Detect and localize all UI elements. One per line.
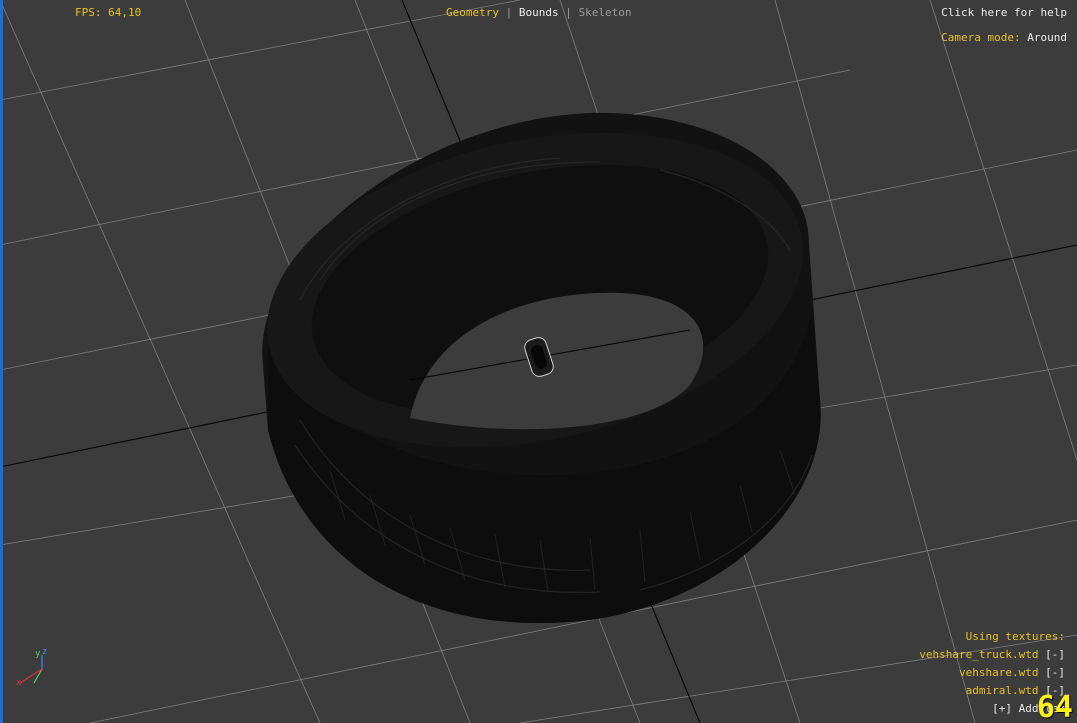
fps-readout: FPS: 64,10: [75, 6, 142, 19]
scene-canvas[interactable]: [0, 0, 1077, 723]
axis-y-label: y: [35, 649, 41, 659]
3d-viewport[interactable]: FPS: 64,10 Geometry | Bounds | Skeleton …: [0, 0, 1077, 723]
camera-mode[interactable]: Camera mode: Around: [941, 31, 1067, 44]
texture-list-heading: Using textures:: [965, 630, 1065, 643]
tab-skeleton[interactable]: Skeleton: [578, 6, 631, 19]
tab-bounds[interactable]: Bounds: [519, 6, 559, 19]
tire-model: [262, 112, 821, 624]
texture-name: admiral.wtd: [965, 684, 1039, 697]
help-link[interactable]: Click here for help: [941, 6, 1067, 19]
view-mode-tabs: Geometry | Bounds | Skeleton: [446, 6, 631, 19]
fps-counter-overlay: 64: [1036, 690, 1073, 723]
remove-texture-button[interactable]: [-]: [1045, 666, 1065, 679]
camera-mode-value[interactable]: Around: [1027, 31, 1067, 44]
axis-gizmo: z y x: [16, 647, 47, 688]
axis-z-label: z: [42, 647, 47, 657]
texture-name: vehshare.wtd: [959, 666, 1039, 679]
remove-texture-button[interactable]: [-]: [1045, 648, 1065, 661]
axis-x-label: x: [16, 678, 22, 688]
camera-mode-label: Camera mode:: [941, 31, 1021, 44]
texture-item: vehshare_truck.wtd [-]: [919, 646, 1065, 664]
tab-separator: |: [505, 6, 519, 19]
texture-name: vehshare_truck.wtd: [919, 648, 1039, 661]
texture-item: vehshare.wtd [-]: [919, 664, 1065, 682]
viewport-edge-accent: [0, 0, 3, 723]
tab-separator: |: [565, 6, 579, 19]
tab-geometry[interactable]: Geometry: [446, 6, 499, 19]
